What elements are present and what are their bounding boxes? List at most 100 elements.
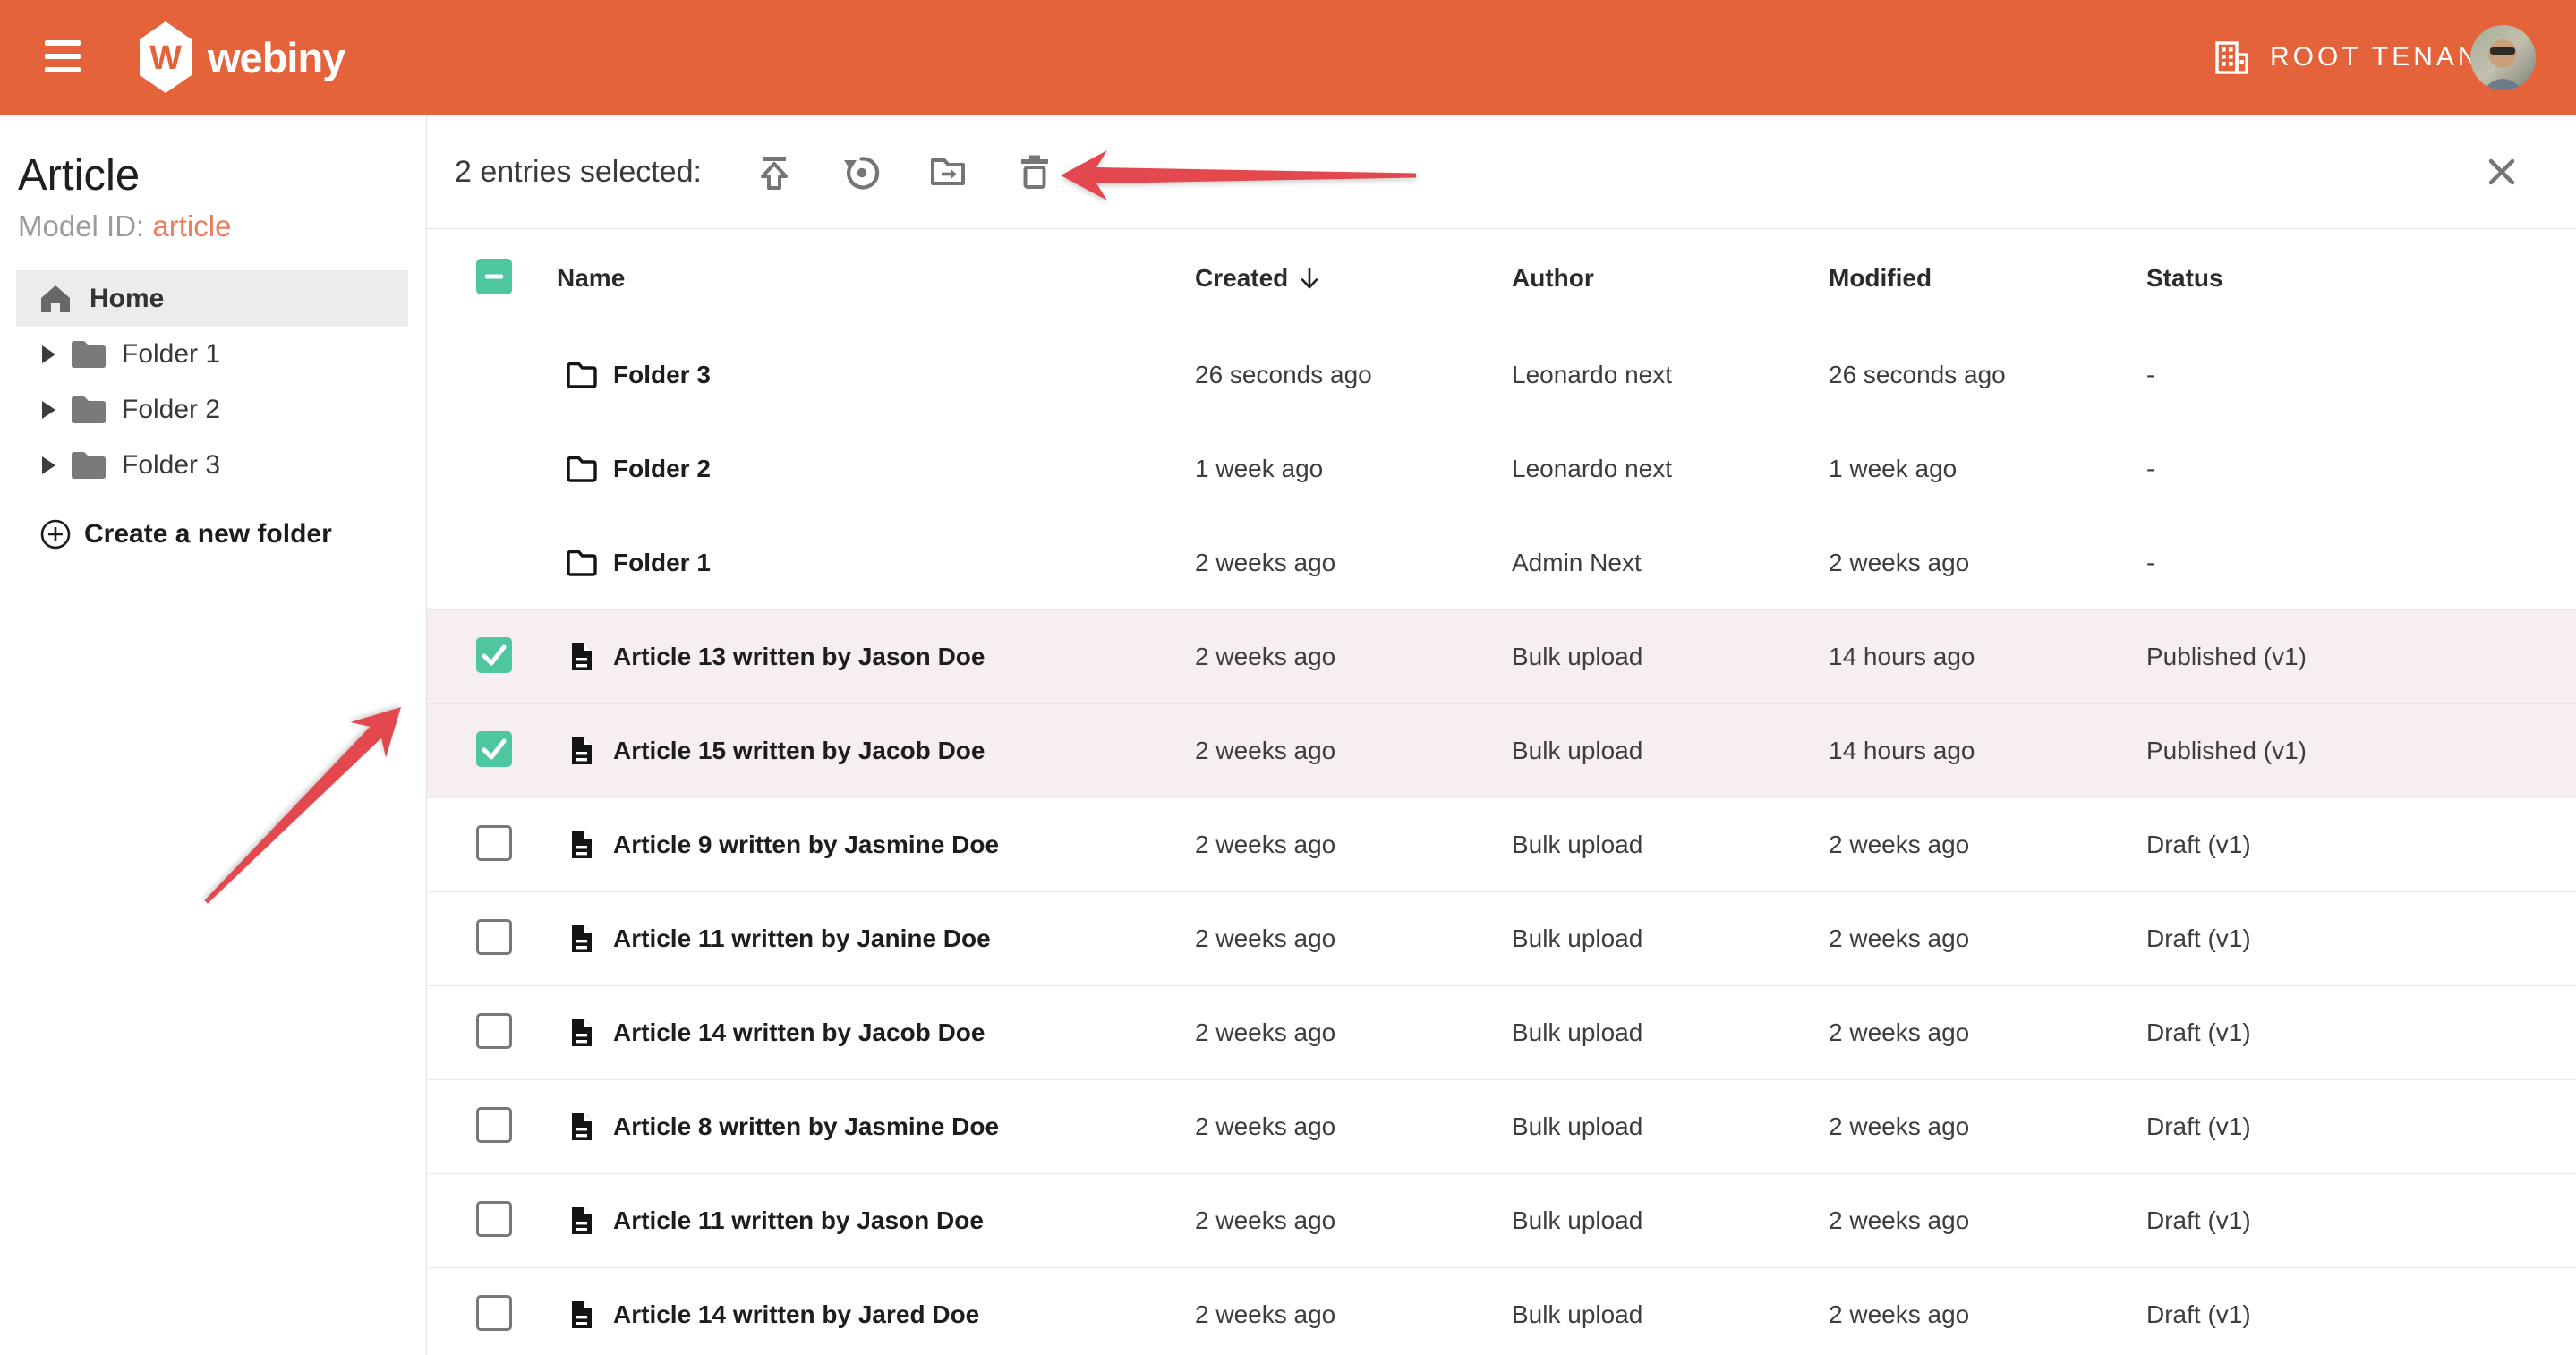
- cell-author: Bulk upload: [1512, 737, 1829, 765]
- sidebar-item-label: Home: [90, 284, 164, 314]
- webiny-logo-icon[interactable]: W: [140, 21, 192, 98]
- entry-name[interactable]: Article 14 written by Jared Doe: [613, 1300, 979, 1329]
- row-checkbox[interactable]: [476, 825, 512, 861]
- publish-icon[interactable]: [755, 152, 794, 192]
- column-header-modified[interactable]: Modified: [1829, 264, 2146, 293]
- table-row[interactable]: Folder 3 26 seconds ago Leonardo next 26…: [427, 328, 2576, 422]
- chevron-right-icon[interactable]: [42, 345, 55, 363]
- document-icon: [564, 734, 598, 768]
- table-header: Name Created Author Modified Status: [427, 229, 2576, 328]
- table-row[interactable]: Article 11 written by Janine Doe 2 weeks…: [427, 892, 2576, 986]
- create-folder-button[interactable]: Create a new folder: [0, 518, 426, 550]
- cell-author: Admin Next: [1512, 549, 1829, 577]
- building-icon: [2211, 37, 2252, 78]
- cell-modified: 26 seconds ago: [1829, 361, 2146, 389]
- entry-name[interactable]: Folder 2: [613, 455, 711, 483]
- cell-created: 2 weeks ago: [1195, 1112, 1512, 1141]
- sidebar-item-folder-1[interactable]: Folder 1: [0, 327, 426, 382]
- folder-icon: [564, 546, 598, 580]
- column-header-name[interactable]: Name: [557, 264, 1195, 293]
- cell-modified: 2 weeks ago: [1829, 831, 2146, 859]
- row-checkbox-checked[interactable]: [476, 731, 512, 767]
- document-icon: [564, 922, 598, 956]
- tenant-name: ROOT TENANT: [2270, 42, 2501, 72]
- select-all-checkbox[interactable]: [476, 259, 512, 294]
- table-row[interactable]: Folder 1 2 weeks ago Admin Next 2 weeks …: [427, 516, 2576, 610]
- cell-author: Bulk upload: [1512, 831, 1829, 859]
- table-row[interactable]: Article 9 written by Jasmine Doe 2 weeks…: [427, 798, 2576, 892]
- entry-name[interactable]: Article 9 written by Jasmine Doe: [613, 831, 999, 859]
- cell-created: 26 seconds ago: [1195, 361, 1512, 389]
- table-row[interactable]: Article 8 written by Jasmine Doe 2 weeks…: [427, 1080, 2576, 1174]
- document-icon: [564, 828, 598, 862]
- app-window: W webiny ROOT TENANT: [0, 0, 2576, 1355]
- sidebar-item-folder-3[interactable]: Folder 3: [0, 438, 426, 493]
- delete-icon[interactable]: [1015, 152, 1054, 192]
- cell-modified: 2 weeks ago: [1829, 549, 2146, 577]
- entry-name[interactable]: Folder 3: [613, 361, 711, 389]
- table-row[interactable]: Article 14 written by Jacob Doe 2 weeks …: [427, 986, 2576, 1080]
- move-to-folder-icon[interactable]: [928, 152, 968, 192]
- cell-status: Published (v1): [2146, 737, 2486, 765]
- entry-name[interactable]: Article 8 written by Jasmine Doe: [613, 1112, 999, 1141]
- cell-modified: 14 hours ago: [1829, 643, 2146, 671]
- entry-name[interactable]: Article 14 written by Jacob Doe: [613, 1018, 985, 1047]
- close-icon[interactable]: [2482, 152, 2521, 192]
- sidebar-item-folder-2[interactable]: Folder 2: [0, 382, 426, 438]
- plus-circle-icon: [39, 518, 72, 550]
- cell-status: Published (v1): [2146, 643, 2486, 671]
- table-row[interactable]: Article 13 written by Jason Doe 2 weeks …: [427, 610, 2576, 704]
- cell-created: 2 weeks ago: [1195, 1018, 1512, 1047]
- model-id: Model ID: article: [18, 209, 426, 243]
- entry-name[interactable]: Article 15 written by Jacob Doe: [613, 737, 985, 765]
- sidebar-item-label: Folder 3: [122, 450, 220, 481]
- cell-status: Draft (v1): [2146, 1206, 2486, 1235]
- entry-name[interactable]: Folder 1: [613, 549, 711, 577]
- cell-created: 2 weeks ago: [1195, 925, 1512, 953]
- row-checkbox[interactable]: [476, 919, 512, 955]
- folder-icon: [70, 450, 107, 481]
- table-row[interactable]: Article 11 written by Jason Doe 2 weeks …: [427, 1174, 2576, 1268]
- column-header-status[interactable]: Status: [2146, 264, 2486, 293]
- folder-icon: [70, 395, 107, 425]
- cell-modified: 2 weeks ago: [1829, 1206, 2146, 1235]
- hamburger-menu-icon[interactable]: [45, 40, 81, 74]
- cell-modified: 14 hours ago: [1829, 737, 2146, 765]
- cell-modified: 2 weeks ago: [1829, 1112, 2146, 1141]
- sidebar-item-label: Folder 1: [122, 339, 220, 370]
- selection-toolbar: 2 entries selected:: [427, 115, 2576, 229]
- tenant-selector[interactable]: ROOT TENANT: [2211, 0, 2501, 115]
- table-row[interactable]: Folder 2 1 week ago Leonardo next 1 week…: [427, 422, 2576, 516]
- folder-icon: [70, 339, 107, 370]
- sidebar-item-home[interactable]: Home: [16, 270, 408, 327]
- table-row[interactable]: Article 15 written by Jacob Doe 2 weeks …: [427, 704, 2576, 798]
- chevron-right-icon[interactable]: [42, 456, 55, 474]
- create-folder-label: Create a new folder: [84, 519, 332, 550]
- row-checkbox-checked[interactable]: [476, 637, 512, 673]
- document-icon: [564, 1204, 598, 1238]
- restore-icon[interactable]: [841, 152, 881, 192]
- cell-author: Bulk upload: [1512, 1112, 1829, 1141]
- entry-name[interactable]: Article 11 written by Janine Doe: [613, 925, 991, 953]
- sort-desc-icon: [1300, 267, 1319, 290]
- cell-created: 2 weeks ago: [1195, 1300, 1512, 1329]
- svg-text:W: W: [149, 39, 182, 77]
- user-avatar[interactable]: [2470, 25, 2536, 90]
- cell-modified: 2 weeks ago: [1829, 1018, 2146, 1047]
- document-icon: [564, 1016, 598, 1050]
- cell-status: -: [2146, 361, 2486, 389]
- cell-status: Draft (v1): [2146, 1018, 2486, 1047]
- row-checkbox[interactable]: [476, 1013, 512, 1049]
- cell-created: 2 weeks ago: [1195, 1206, 1512, 1235]
- entry-name[interactable]: Article 13 written by Jason Doe: [613, 643, 985, 671]
- entry-name[interactable]: Article 11 written by Jason Doe: [613, 1206, 984, 1235]
- model-id-value[interactable]: article: [152, 209, 231, 243]
- row-checkbox[interactable]: [476, 1295, 512, 1331]
- row-checkbox[interactable]: [476, 1201, 512, 1237]
- row-checkbox[interactable]: [476, 1107, 512, 1143]
- chevron-right-icon[interactable]: [42, 401, 55, 419]
- table-row[interactable]: Article 14 written by Jared Doe 2 weeks …: [427, 1268, 2576, 1355]
- column-header-author[interactable]: Author: [1512, 264, 1829, 293]
- cell-author: Bulk upload: [1512, 1206, 1829, 1235]
- column-header-created[interactable]: Created: [1195, 264, 1512, 293]
